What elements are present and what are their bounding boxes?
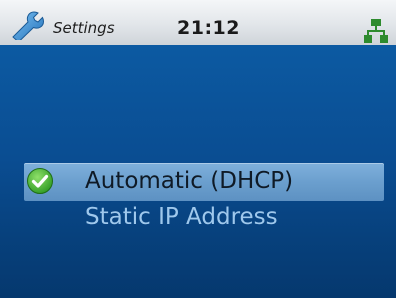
wrench-icon [12, 11, 45, 40]
option-label-dhcp: Automatic (DHCP) [85, 168, 294, 194]
option-static-ip[interactable]: Static IP Address [24, 199, 384, 237]
check-icon [27, 168, 53, 194]
ip-settings-menu: Automatic (DHCP) Static IP Address [0, 45, 396, 298]
device-screen: Settings 21:12 Automatic (DHCP) Static I… [0, 0, 396, 298]
status-bar: Settings 21:12 [0, 0, 396, 45]
option-automatic-dhcp[interactable]: Automatic (DHCP) [24, 163, 384, 201]
app-title: Settings [53, 19, 115, 37]
option-label-static: Static IP Address [85, 204, 278, 230]
network-connected-icon [364, 19, 388, 43]
clock: 21:12 [177, 17, 240, 39]
